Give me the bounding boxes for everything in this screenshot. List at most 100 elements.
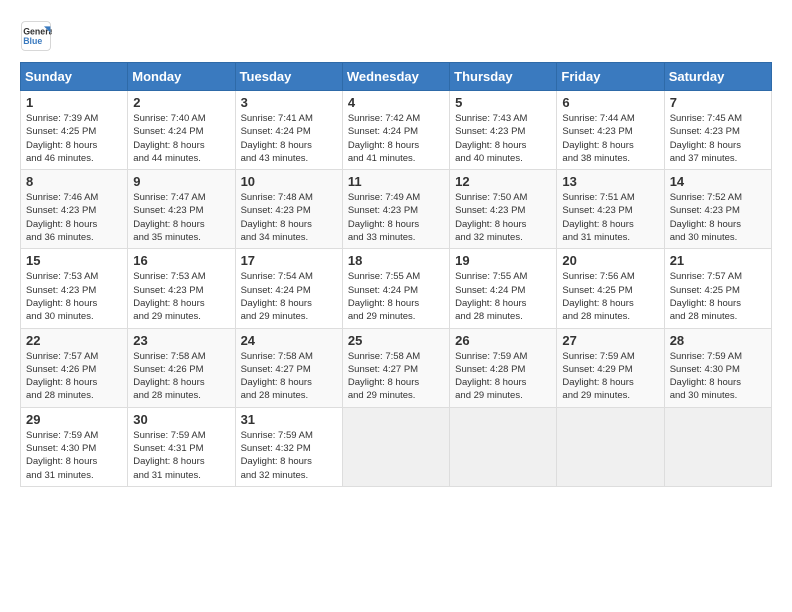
day-info: Sunrise: 7:58 AM Sunset: 4:26 PM Dayligh… — [133, 350, 229, 403]
day-number: 6 — [562, 95, 658, 110]
calendar-cell: 30 Sunrise: 7:59 AM Sunset: 4:31 PM Dayli… — [128, 407, 235, 486]
calendar-table: SundayMondayTuesdayWednesdayThursdayFrid… — [20, 62, 772, 487]
calendar-week-row: 15Sunrise: 7:53 AM Sunset: 4:23 PM Dayli… — [21, 249, 772, 328]
calendar-cell: 15Sunrise: 7:53 AM Sunset: 4:23 PM Dayli… — [21, 249, 128, 328]
day-number: 2 — [133, 95, 229, 110]
day-header-wednesday: Wednesday — [342, 63, 449, 91]
day-info: Sunrise: 7:39 AM Sunset: 4:25 PM Dayligh… — [26, 112, 122, 165]
day-header-saturday: Saturday — [664, 63, 771, 91]
day-info: Sunrise: 7:59 AM Sunset: 4:32 PM Dayligh… — [241, 429, 337, 482]
calendar-cell: 21 Sunrise: 7:57 AM Sunset: 4:25 PM Dayli… — [664, 249, 771, 328]
day-info: Sunrise: 7:40 AM Sunset: 4:24 PM Dayligh… — [133, 112, 229, 165]
day-number: 17 — [241, 253, 337, 268]
calendar-cell: 12Sunrise: 7:50 AM Sunset: 4:23 PM Dayli… — [450, 170, 557, 249]
day-info: Sunrise: 7:57 AM Sunset: 4:26 PM Dayligh… — [26, 350, 122, 403]
day-info: Sunrise: 7:57 AM Sunset: 4:25 PM Dayligh… — [670, 270, 766, 323]
day-header-monday: Monday — [128, 63, 235, 91]
calendar-cell: 6Sunrise: 7:44 AM Sunset: 4:23 PM Daylig… — [557, 91, 664, 170]
calendar-cell: 11 Sunrise: 7:49 AM Sunset: 4:23 PM Dayli… — [342, 170, 449, 249]
day-number: 10 — [241, 174, 337, 189]
day-number: 4 — [348, 95, 444, 110]
day-header-sunday: Sunday — [21, 63, 128, 91]
day-info: Sunrise: 7:45 AM Sunset: 4:23 PM Dayligh… — [670, 112, 766, 165]
day-number: 1 — [26, 95, 122, 110]
day-info: Sunrise: 7:49 AM Sunset: 4:23 PM Dayligh… — [348, 191, 444, 244]
day-header-tuesday: Tuesday — [235, 63, 342, 91]
calendar-cell — [557, 407, 664, 486]
calendar-cell: 19 Sunrise: 7:55 AM Sunset: 4:24 PM Dayli… — [450, 249, 557, 328]
calendar-cell: 7 Sunrise: 7:45 AM Sunset: 4:23 PM Daylig… — [664, 91, 771, 170]
day-number: 13 — [562, 174, 658, 189]
day-info: Sunrise: 7:51 AM Sunset: 4:23 PM Dayligh… — [562, 191, 658, 244]
calendar-cell: 2 Sunrise: 7:40 AM Sunset: 4:24 PM Daylig… — [128, 91, 235, 170]
day-number: 22 — [26, 333, 122, 348]
day-number: 26 — [455, 333, 551, 348]
calendar-cell: 31 Sunrise: 7:59 AM Sunset: 4:32 PM Dayli… — [235, 407, 342, 486]
day-number: 30 — [133, 412, 229, 427]
day-info: Sunrise: 7:59 AM Sunset: 4:30 PM Dayligh… — [670, 350, 766, 403]
calendar-cell: 3Sunrise: 7:41 AM Sunset: 4:24 PM Daylig… — [235, 91, 342, 170]
day-info: Sunrise: 7:42 AM Sunset: 4:24 PM Dayligh… — [348, 112, 444, 165]
calendar-cell: 13 Sunrise: 7:51 AM Sunset: 4:23 PM Dayli… — [557, 170, 664, 249]
day-info: Sunrise: 7:43 AM Sunset: 4:23 PM Dayligh… — [455, 112, 551, 165]
calendar-cell: 17 Sunrise: 7:54 AM Sunset: 4:24 PM Dayli… — [235, 249, 342, 328]
logo-icon: General Blue — [20, 20, 52, 52]
day-number: 31 — [241, 412, 337, 427]
day-info: Sunrise: 7:54 AM Sunset: 4:24 PM Dayligh… — [241, 270, 337, 323]
day-number: 19 — [455, 253, 551, 268]
day-info: Sunrise: 7:58 AM Sunset: 4:27 PM Dayligh… — [241, 350, 337, 403]
day-number: 21 — [670, 253, 766, 268]
day-info: Sunrise: 7:46 AM Sunset: 4:23 PM Dayligh… — [26, 191, 122, 244]
calendar-cell: 22 Sunrise: 7:57 AM Sunset: 4:26 PM Dayli… — [21, 328, 128, 407]
day-info: Sunrise: 7:55 AM Sunset: 4:24 PM Dayligh… — [455, 270, 551, 323]
calendar-week-row: 1 Sunrise: 7:39 AM Sunset: 4:25 PM Daylig… — [21, 91, 772, 170]
calendar-cell: 28 Sunrise: 7:59 AM Sunset: 4:30 PM Dayli… — [664, 328, 771, 407]
day-header-friday: Friday — [557, 63, 664, 91]
svg-text:Blue: Blue — [23, 36, 42, 46]
calendar-cell: 25 Sunrise: 7:58 AM Sunset: 4:27 PM Dayli… — [342, 328, 449, 407]
day-number: 20 — [562, 253, 658, 268]
day-info: Sunrise: 7:59 AM Sunset: 4:28 PM Dayligh… — [455, 350, 551, 403]
calendar-cell — [664, 407, 771, 486]
calendar-cell: 1 Sunrise: 7:39 AM Sunset: 4:25 PM Daylig… — [21, 91, 128, 170]
day-number: 9 — [133, 174, 229, 189]
calendar-cell: 14 Sunrise: 7:52 AM Sunset: 4:23 PM Dayli… — [664, 170, 771, 249]
calendar-cell: 20 Sunrise: 7:56 AM Sunset: 4:25 PM Dayli… — [557, 249, 664, 328]
calendar-week-row: 22 Sunrise: 7:57 AM Sunset: 4:26 PM Dayli… — [21, 328, 772, 407]
calendar-cell: 26 Sunrise: 7:59 AM Sunset: 4:28 PM Dayli… — [450, 328, 557, 407]
day-number: 24 — [241, 333, 337, 348]
calendar-cell: 10Sunrise: 7:48 AM Sunset: 4:23 PM Dayli… — [235, 170, 342, 249]
day-number: 7 — [670, 95, 766, 110]
day-number: 8 — [26, 174, 122, 189]
calendar-cell: 8 Sunrise: 7:46 AM Sunset: 4:23 PM Daylig… — [21, 170, 128, 249]
calendar-cell: 23Sunrise: 7:58 AM Sunset: 4:26 PM Dayli… — [128, 328, 235, 407]
day-info: Sunrise: 7:59 AM Sunset: 4:31 PM Dayligh… — [133, 429, 229, 482]
day-info: Sunrise: 7:58 AM Sunset: 4:27 PM Dayligh… — [348, 350, 444, 403]
calendar-header-row: SundayMondayTuesdayWednesdayThursdayFrid… — [21, 63, 772, 91]
logo: General Blue — [20, 20, 56, 52]
page-header: General Blue — [20, 20, 772, 52]
calendar-cell: 18Sunrise: 7:55 AM Sunset: 4:24 PM Dayli… — [342, 249, 449, 328]
calendar-cell: 24 Sunrise: 7:58 AM Sunset: 4:27 PM Dayli… — [235, 328, 342, 407]
calendar-cell: 16Sunrise: 7:53 AM Sunset: 4:23 PM Dayli… — [128, 249, 235, 328]
day-info: Sunrise: 7:50 AM Sunset: 4:23 PM Dayligh… — [455, 191, 551, 244]
day-number: 27 — [562, 333, 658, 348]
calendar-cell: 5 Sunrise: 7:43 AM Sunset: 4:23 PM Daylig… — [450, 91, 557, 170]
day-number: 11 — [348, 174, 444, 189]
calendar-cell: 4 Sunrise: 7:42 AM Sunset: 4:24 PM Daylig… — [342, 91, 449, 170]
day-number: 28 — [670, 333, 766, 348]
calendar-cell — [342, 407, 449, 486]
day-number: 18 — [348, 253, 444, 268]
calendar-week-row: 29Sunrise: 7:59 AM Sunset: 4:30 PM Dayli… — [21, 407, 772, 486]
day-number: 25 — [348, 333, 444, 348]
day-number: 16 — [133, 253, 229, 268]
day-info: Sunrise: 7:52 AM Sunset: 4:23 PM Dayligh… — [670, 191, 766, 244]
day-info: Sunrise: 7:59 AM Sunset: 4:30 PM Dayligh… — [26, 429, 122, 482]
day-info: Sunrise: 7:56 AM Sunset: 4:25 PM Dayligh… — [562, 270, 658, 323]
calendar-cell: 29Sunrise: 7:59 AM Sunset: 4:30 PM Dayli… — [21, 407, 128, 486]
calendar-week-row: 8 Sunrise: 7:46 AM Sunset: 4:23 PM Daylig… — [21, 170, 772, 249]
day-number: 5 — [455, 95, 551, 110]
day-info: Sunrise: 7:47 AM Sunset: 4:23 PM Dayligh… — [133, 191, 229, 244]
day-header-thursday: Thursday — [450, 63, 557, 91]
day-number: 14 — [670, 174, 766, 189]
